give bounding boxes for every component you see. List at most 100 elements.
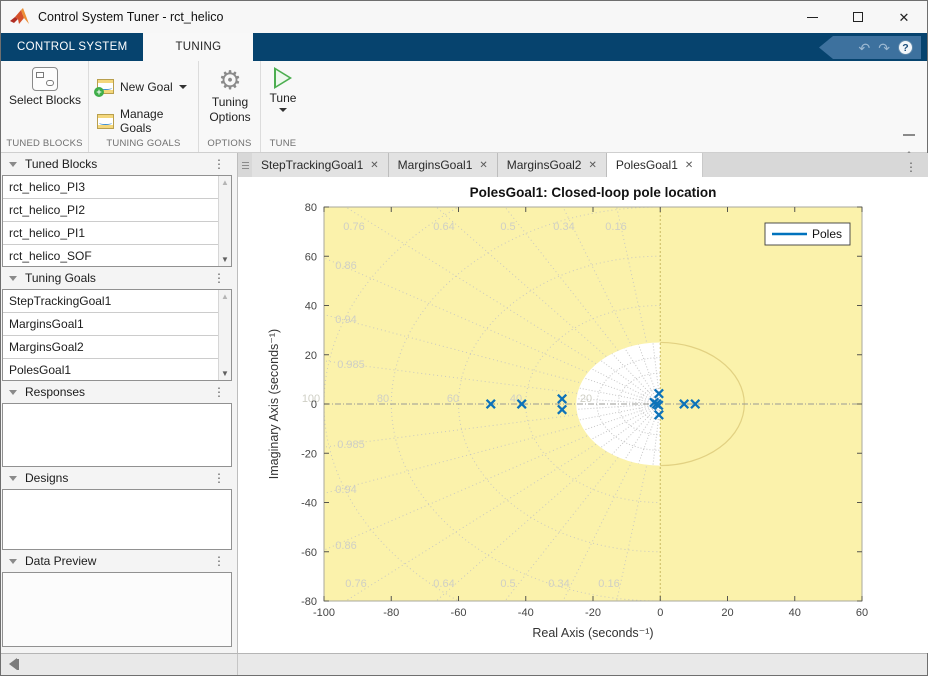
tab-close-icon[interactable]: ✕: [370, 160, 378, 171]
collapse-triangle-icon: [9, 162, 17, 167]
doc-tab-marginsgoal1[interactable]: MarginsGoal1 ✕: [389, 153, 498, 177]
maximize-button[interactable]: [835, 1, 881, 33]
svg-text:0.34: 0.34: [553, 221, 574, 233]
kebab-menu-icon[interactable]: ⋮: [213, 554, 225, 568]
list-item[interactable]: PolesGoal1: [3, 359, 231, 381]
group-tune: Tune TUNE: [261, 61, 305, 152]
tab-close-icon[interactable]: ✕: [479, 160, 487, 171]
doc-tab-polesgoal1[interactable]: PolesGoal1 ✕: [607, 153, 703, 177]
collapse-sidebar-icon[interactable]: [9, 658, 19, 670]
tune-label: Tune: [270, 91, 297, 106]
svg-text:-20: -20: [301, 448, 317, 460]
new-goal-button[interactable]: + New Goal: [97, 79, 187, 94]
doc-tab-label: MarginsGoal2: [507, 158, 582, 172]
svg-text:-80: -80: [383, 607, 399, 619]
list-item[interactable]: rct_helico_PI3: [3, 176, 231, 199]
panel-header-tuned-blocks[interactable]: Tuned Blocks ⋮: [1, 153, 233, 175]
tab-tuning[interactable]: TUNING: [143, 33, 253, 61]
close-button[interactable]: ✕: [881, 1, 927, 33]
svg-text:-40: -40: [518, 607, 534, 619]
list-item[interactable]: MarginsGoal1: [3, 313, 231, 336]
svg-text:0.76: 0.76: [343, 221, 364, 233]
panel-title: Designs: [25, 471, 68, 485]
svg-text:20: 20: [580, 393, 592, 405]
help-button[interactable]: ?: [898, 40, 913, 55]
minimize-icon: [807, 17, 818, 18]
undo-icon[interactable]: ↶: [859, 41, 871, 55]
scroll-down-icon: ▼: [221, 369, 229, 378]
select-blocks-button[interactable]: Select Blocks: [1, 67, 89, 108]
minimize-button[interactable]: [789, 1, 835, 33]
svg-text:40: 40: [305, 301, 317, 313]
group-label-options: OPTIONS: [199, 138, 260, 149]
gear-icon: ⚙: [218, 67, 241, 93]
group-label-tune: TUNE: [261, 138, 305, 149]
sidebar: Tuned Blocks ⋮ rct_helico_PI3rct_helico_…: [1, 153, 233, 653]
panel-header-designs[interactable]: Designs ⋮: [1, 467, 233, 489]
manage-goals-button[interactable]: Manage Goals: [97, 107, 198, 135]
new-goal-label: New Goal: [120, 80, 173, 94]
legend-label: Poles: [812, 227, 842, 241]
designs-list: [2, 489, 232, 550]
group-tuning-goals: + New Goal Manage Goals TUNING GOALS: [89, 61, 199, 152]
list-item[interactable]: rct_helico_PI1: [3, 222, 231, 245]
svg-text:0.985: 0.985: [337, 359, 365, 371]
collapse-ribbon-button[interactable]: [901, 134, 917, 146]
list-item[interactable]: StepTrackingGoal1: [3, 290, 231, 313]
list-item[interactable]: MarginsGoal2: [3, 336, 231, 359]
title-bar: Control System Tuner - rct_helico ✕: [1, 1, 927, 33]
tune-play-icon: [274, 67, 292, 89]
tab-control-system[interactable]: CONTROL SYSTEM: [1, 33, 143, 61]
doc-tab-steptrackinggoal1[interactable]: StepTrackingGoal1 ✕: [252, 153, 389, 177]
collapse-triangle-icon: [9, 390, 17, 395]
svg-text:0.86: 0.86: [335, 260, 356, 272]
tuning-options-button[interactable]: ⚙ Tuning Options: [199, 67, 261, 125]
tab-bar-grip-icon[interactable]: [238, 153, 252, 177]
scrollbar[interactable]: ▲▼: [218, 290, 231, 380]
doc-tab-marginsgoal2[interactable]: MarginsGoal2 ✕: [498, 153, 607, 177]
tuning-goals-list: StepTrackingGoal1MarginsGoal1MarginsGoal…: [2, 289, 232, 381]
legend[interactable]: Poles: [765, 223, 850, 245]
tune-dropdown-icon: [279, 108, 287, 112]
svg-text:0.16: 0.16: [605, 221, 626, 233]
redo-icon[interactable]: ↷: [878, 41, 890, 55]
svg-text:0: 0: [657, 607, 663, 619]
select-blocks-label: Select Blocks: [9, 93, 81, 108]
kebab-menu-icon[interactable]: ⋮: [213, 157, 225, 171]
tune-button[interactable]: Tune: [261, 67, 305, 112]
panel-header-responses[interactable]: Responses ⋮: [1, 381, 233, 403]
list-item[interactable]: rct_helico_SOF: [3, 245, 231, 267]
svg-text:20: 20: [305, 350, 317, 362]
kebab-menu-icon[interactable]: ⋮: [213, 471, 225, 485]
panel-header-data-preview[interactable]: Data Preview ⋮: [1, 550, 233, 572]
group-tuned-blocks: Select Blocks TUNED BLOCKS: [1, 61, 89, 152]
svg-text:0.94: 0.94: [335, 484, 356, 496]
svg-text:-60: -60: [451, 607, 467, 619]
kebab-menu-icon[interactable]: ⋮: [213, 271, 225, 285]
svg-text:0.34: 0.34: [548, 578, 569, 590]
svg-text:0.5: 0.5: [500, 578, 515, 590]
ribbon-toolbar: Select Blocks TUNED BLOCKS + New Goal Ma…: [1, 61, 927, 153]
select-blocks-icon: [32, 67, 58, 91]
control-system-tuner-window: Control System Tuner - rct_helico ✕ CONT…: [0, 0, 928, 676]
document-bar-kebab-icon[interactable]: ⋮: [905, 160, 928, 174]
kebab-menu-icon[interactable]: ⋮: [213, 385, 225, 399]
svg-text:-20: -20: [585, 607, 601, 619]
scrollbar[interactable]: ▲▼: [218, 176, 231, 266]
group-options: ⚙ Tuning Options OPTIONS: [199, 61, 261, 152]
svg-text:0.985: 0.985: [337, 439, 365, 451]
svg-text:0.5: 0.5: [500, 221, 515, 233]
tab-close-icon[interactable]: ✕: [685, 160, 693, 171]
tab-close-icon[interactable]: ✕: [588, 160, 596, 171]
svg-text:0.76: 0.76: [345, 578, 366, 590]
list-item[interactable]: rct_helico_PI2: [3, 199, 231, 222]
scroll-up-icon: ▲: [221, 292, 229, 301]
group-label-tuned-blocks: TUNED BLOCKS: [1, 138, 88, 149]
x-axis-label: Real Axis (seconds⁻¹): [532, 626, 653, 640]
panel-header-tuning-goals[interactable]: Tuning Goals ⋮: [1, 267, 233, 289]
svg-text:40: 40: [789, 607, 801, 619]
y-axis-label: Imaginary Axis (seconds⁻¹): [267, 329, 281, 479]
pole-location-plot[interactable]: 0.760.640.50.340.160.860.940.9850.9850.9…: [238, 177, 928, 653]
svg-text:0.86: 0.86: [335, 540, 356, 552]
manage-goals-icon: [97, 114, 114, 129]
